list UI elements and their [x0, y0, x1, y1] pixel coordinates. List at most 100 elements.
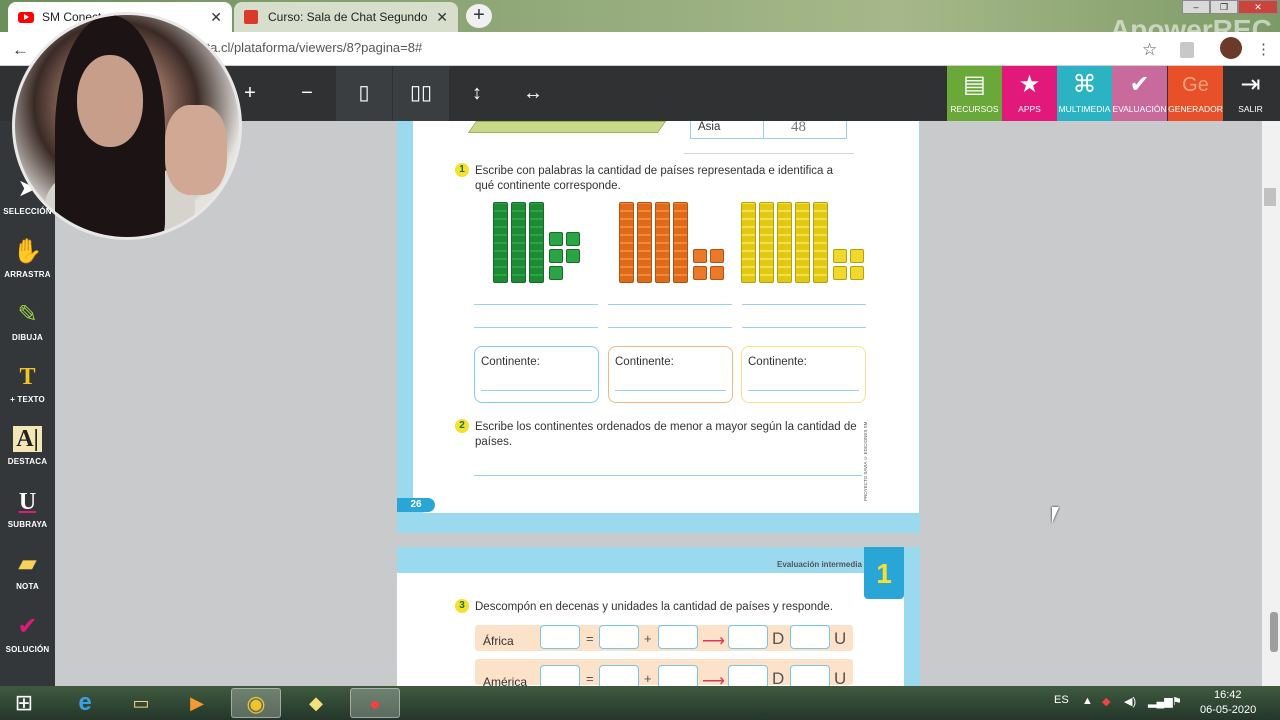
mouse-cursor-icon — [1052, 507, 1066, 523]
file-explorer-icon[interactable]: ▭ — [116, 688, 166, 718]
star-icon: ★ — [1018, 71, 1041, 98]
plus-sign: + — [644, 671, 652, 686]
question-3-text: Descompón en decenas y unidades la canti… — [475, 601, 834, 613]
unit-cube — [710, 249, 724, 263]
scrollbar-handle[interactable] — [1270, 612, 1278, 652]
zoom-out-button[interactable]: − — [279, 66, 335, 121]
menu-kebab-icon[interactable]: ⋮ — [1256, 40, 1271, 58]
unit-badge: 1 — [864, 547, 904, 599]
draw-tool[interactable]: ✎ DIBUJA — [0, 295, 55, 357]
double-page-button[interactable]: ▯▯ — [393, 66, 449, 121]
unit-cube — [566, 232, 580, 246]
continent-box-green[interactable]: Continente: — [474, 346, 599, 403]
ten-rod — [493, 202, 508, 283]
copyright-side-text: PROYECTO SAVIA © EDICIONES SM — [863, 421, 868, 501]
generator-icon: Ge — [1182, 74, 1209, 96]
text-icon: T — [19, 364, 36, 390]
solution-tool[interactable]: ✔ SOLUCIÓN — [0, 607, 55, 669]
evaluation-button[interactable]: ✔ EVALUACIÓN — [1112, 66, 1167, 121]
ten-rod — [795, 202, 810, 283]
show-hidden-icons[interactable]: ▲ — [1082, 695, 1093, 707]
text-tool[interactable]: T + TEXTO — [0, 357, 55, 419]
unit-cube — [833, 249, 847, 263]
fit-width-button[interactable]: ↔ — [505, 66, 561, 121]
answer-input[interactable] — [658, 625, 698, 649]
mouse-icon: ⌘ — [1072, 71, 1097, 98]
url-field[interactable]: cta.cl/plataforma/viewers/8?pagina=8# — [200, 40, 422, 55]
back-icon[interactable]: ← — [12, 40, 29, 60]
new-tab-button[interactable]: + — [466, 4, 492, 28]
language-indicator[interactable]: ES — [1054, 694, 1069, 706]
close-tab-icon[interactable]: ✕ — [210, 9, 222, 26]
clock-time[interactable]: 16:42 — [1214, 689, 1242, 701]
hand-icon: ✋ — [12, 238, 43, 265]
question-2-text: Escribe los continentes ordenados de men… — [475, 421, 857, 448]
continent-box-orange[interactable]: Continente: — [608, 346, 733, 403]
folder-icon[interactable]: ◆ — [291, 688, 341, 718]
page-number-badge: 26 — [397, 498, 435, 512]
check-icon: ✔ — [1129, 71, 1150, 98]
tens-input[interactable] — [728, 625, 768, 649]
security-tray-icon[interactable]: ◆ — [1102, 695, 1110, 708]
solution-icon: ✔ — [17, 613, 38, 640]
scrollbar-thumb[interactable] — [1264, 188, 1276, 206]
unit-cube — [549, 232, 563, 246]
textbook-page-26: Asia 48 1 Escribe con palabras la cantid… — [397, 119, 920, 533]
clock-date[interactable]: 06-05-2020 — [1200, 704, 1256, 716]
row-label: África — [483, 634, 514, 648]
media-player-icon[interactable]: ▶ — [172, 688, 222, 718]
arrow-icon: ⟶ — [702, 633, 725, 650]
answer-line — [608, 304, 732, 305]
equals-sign: = — [586, 671, 594, 686]
ten-rod — [655, 202, 670, 283]
pdf-extension-icon[interactable] — [1180, 42, 1194, 58]
youtube-favicon-icon — [18, 11, 34, 23]
internet-explorer-icon[interactable]: e — [60, 688, 110, 718]
underline-tool[interactable]: U SUBRAYA — [0, 482, 55, 544]
unit-cube — [693, 249, 707, 263]
drag-tool[interactable]: ✋ ARRASTRA — [0, 232, 55, 294]
exit-button[interactable]: ⇥ SALIR — [1223, 66, 1278, 121]
action-center-icon[interactable]: ⚑ — [1172, 695, 1182, 708]
units-label: U — [834, 629, 847, 648]
ten-rod — [511, 202, 526, 283]
maximize-button[interactable]: ❐ — [1210, 0, 1238, 14]
fit-height-button[interactable]: ↕ — [449, 66, 505, 121]
ten-rod — [673, 202, 688, 283]
answer-line — [474, 475, 862, 476]
highlight-tool[interactable]: A| DESTACA — [0, 419, 55, 481]
tab-sala-de-chat[interactable]: Curso: Sala de Chat Segundo ✕ — [234, 2, 458, 32]
note-tool[interactable]: ▰ NOTA — [0, 544, 55, 606]
close-tab-icon[interactable]: ✕ — [436, 9, 448, 26]
unit-cube — [549, 266, 563, 280]
unit-cube — [710, 266, 724, 280]
network-icon[interactable]: ▂▄▆ — [1148, 695, 1173, 708]
unit-cube — [566, 249, 580, 263]
profile-avatar[interactable] — [1220, 37, 1242, 59]
minimize-button[interactable]: – — [1182, 0, 1210, 14]
answer-input[interactable] — [599, 625, 639, 649]
single-page-button[interactable]: ▯ — [336, 66, 392, 121]
bookmark-star-icon[interactable]: ☆ — [1142, 40, 1157, 60]
generator-button[interactable]: Ge GENERADOR — [1168, 66, 1223, 121]
windows-taskbar: ⊞ e ▭ ▶ ◉ ◆ ● ES ▲ ◆ ◀) ▂▄▆ ⚑ 16:42 06-0… — [0, 686, 1280, 720]
continent-box-yellow[interactable]: Continente: — [741, 346, 866, 403]
tens-label: D — [772, 629, 785, 648]
answer-line — [474, 304, 598, 305]
course-favicon-icon — [244, 10, 258, 24]
units-input[interactable] — [790, 625, 830, 649]
screen-recorder-icon[interactable]: ● — [350, 688, 400, 718]
volume-icon[interactable]: ◀) — [1124, 695, 1136, 708]
resources-button[interactable]: ▤ RECURSOS — [947, 66, 1002, 121]
answer-line — [742, 327, 866, 328]
base-ten-blocks — [397, 121, 920, 291]
answer-line — [608, 327, 732, 328]
chrome-icon[interactable]: ◉ — [231, 688, 281, 718]
start-button[interactable]: ⊞ — [2, 688, 46, 718]
multimedia-button[interactable]: ⌘ MULTIMEDIA — [1057, 66, 1112, 121]
browser-tab-strip: SM Conecta - 2 S ✕ Curso: Sala de Chat S… — [0, 0, 1280, 45]
equals-sign: = — [586, 631, 594, 646]
window-close-button[interactable]: ✕ — [1238, 0, 1278, 14]
answer-input[interactable] — [540, 625, 580, 649]
apps-button[interactable]: ★ APPS — [1002, 66, 1057, 121]
